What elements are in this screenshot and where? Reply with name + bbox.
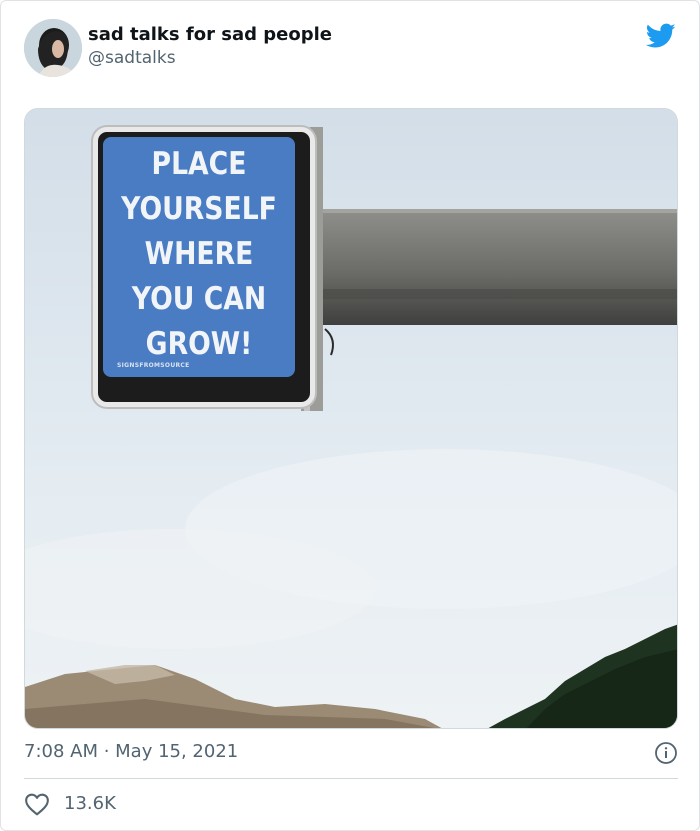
tweet-timestamp[interactable]: 7:08 AM · May 15, 2021 [24, 741, 238, 762]
avatar[interactable] [24, 19, 82, 77]
street-sign: PLACE YOURSELF WHERE YOU CAN GROW! SIGNS… [93, 127, 315, 415]
support-beam [315, 209, 677, 325]
author-handle[interactable]: @sadtalks [88, 46, 332, 70]
sign-credit: SIGNSFROMSOURCE [117, 362, 190, 369]
author-names: sad talks for sad people @sadtalks [88, 24, 332, 70]
tweet-meta: 7:08 AM · May 15, 2021 [24, 739, 678, 765]
twitter-bird-icon[interactable] [646, 23, 676, 49]
divider [24, 778, 678, 779]
tweet-card: sad talks for sad people @sadtalks PLACE… [0, 0, 700, 831]
author-display-name[interactable]: sad talks for sad people [88, 24, 332, 46]
like-count[interactable]: 13.6K [64, 791, 116, 817]
sign-line-1: PLACE [151, 146, 247, 182]
tweet-header: sad talks for sad people @sadtalks [24, 19, 678, 77]
tweet-media-photo[interactable]: PLACE YOURSELF WHERE YOU CAN GROW! SIGNS… [24, 108, 678, 729]
sign-line-3: WHERE [144, 236, 254, 272]
sign-line-4: YOU CAN [131, 281, 267, 317]
sign-line-5: GROW! [145, 326, 253, 362]
sign-text: PLACE YOURSELF WHERE YOU CAN GROW! [116, 142, 281, 367]
info-icon[interactable] [654, 741, 678, 765]
heart-icon[interactable] [24, 792, 50, 816]
sign-line-2: YOURSELF [121, 191, 277, 227]
